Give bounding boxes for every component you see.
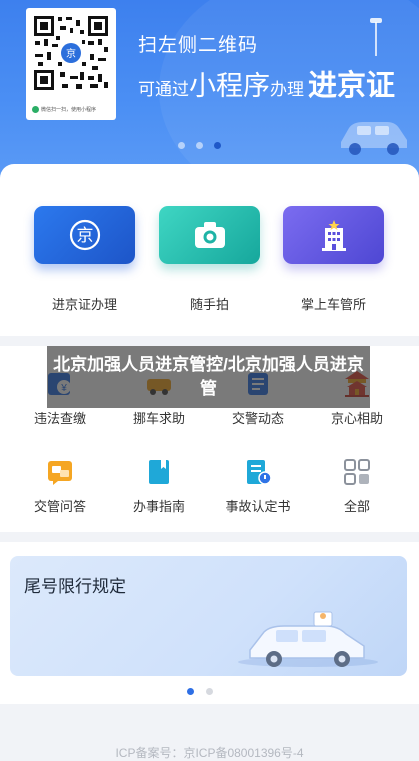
grid-item-wenda[interactable]: 交管问答 — [15, 456, 105, 515]
banner-dot[interactable] — [196, 142, 203, 149]
jing-seal-icon: 京 — [69, 219, 100, 251]
grid-item-label: 事故认定书 — [225, 499, 291, 514]
banner-pagination[interactable] — [178, 142, 221, 149]
promo-dot-active[interactable] — [187, 688, 194, 695]
banner-line2-prefix: 可通过 — [138, 80, 189, 99]
banner-dot[interactable] — [178, 142, 185, 149]
banner-line2: 可通过小程序办理 进京证 — [138, 62, 395, 104]
banner-line2-suffix: 办理 — [270, 80, 304, 99]
grid-item-all[interactable]: 全部 — [312, 456, 402, 515]
grid-item-label: 办事指南 — [132, 499, 185, 514]
jingjingzheng-tile-button[interactable]: 京 — [34, 206, 135, 264]
chegusuo-label: 掌上车管所 — [300, 297, 366, 312]
banner-line2-big: 小程序 — [189, 71, 270, 101]
guide-book-icon — [143, 456, 175, 488]
banner-line1: 扫左侧二维码 — [138, 35, 259, 56]
top-banner[interactable]: 京 微信扫一扫，使用小程序 扫左侧二维码 可通过小程序办理 进京证 — [0, 0, 419, 190]
building-icon — [321, 220, 346, 251]
grid-all-icon — [341, 456, 373, 488]
svg-text:京: 京 — [66, 47, 76, 60]
banner-brand: 进京证 — [308, 70, 396, 102]
grid-item-zhinan[interactable]: 办事指南 — [114, 456, 204, 515]
chegusuo-tile-button[interactable] — [283, 206, 384, 264]
promo-dot[interactable] — [206, 688, 213, 695]
grid-item-shigu[interactable]: 事故认定书 — [213, 456, 303, 515]
promo-pagination[interactable] — [187, 688, 213, 695]
car-illustration-icon — [341, 122, 407, 155]
grid-item-label: 违法查缴 — [33, 411, 86, 426]
grid-item-label: 挪车求助 — [132, 411, 185, 426]
qr-caption: 微信扫一扫，使用小程序 — [32, 104, 112, 114]
grid-item-label: 京心相助 — [330, 411, 383, 426]
qr-code-card: 京 微信扫一扫，使用小程序 — [26, 8, 116, 120]
promo-title: 尾号限行规定 — [24, 577, 126, 596]
banner-dot-active[interactable] — [214, 142, 221, 149]
car-illustration-icon — [238, 611, 378, 667]
grid-item-label: 交管问答 — [33, 499, 86, 514]
primary-services-card: 京 进京证办理 随手拍 掌上车管所 — [0, 164, 419, 336]
svg-text:京: 京 — [76, 226, 93, 245]
camera-icon — [194, 222, 225, 248]
wechat-icon — [32, 105, 39, 113]
qr-caption-text: 微信扫一扫，使用小程序 — [41, 106, 97, 113]
accident-document-icon — [242, 456, 274, 488]
qr-code-image: 京 — [32, 14, 110, 92]
suishoupai-label: 随手拍 — [189, 297, 229, 312]
suishoupai-tile-button[interactable] — [159, 206, 260, 264]
qa-icon — [44, 456, 76, 488]
icp-footer: ICP备案号：京ICP备08001396号-4 — [115, 746, 304, 760]
street-lamp-icon — [370, 18, 382, 56]
overlay-caption: 北京加强人员进京管控/北京加强人员进京管 — [47, 346, 370, 408]
grid-item-label: 全部 — [343, 499, 370, 514]
promo-section: 尾号限行规定 — [0, 542, 419, 704]
tail-number-restriction-banner[interactable]: 尾号限行规定 — [10, 556, 407, 676]
jingjingzheng-label: 进京证办理 — [51, 297, 117, 312]
grid-item-label: 交警动态 — [231, 411, 284, 426]
